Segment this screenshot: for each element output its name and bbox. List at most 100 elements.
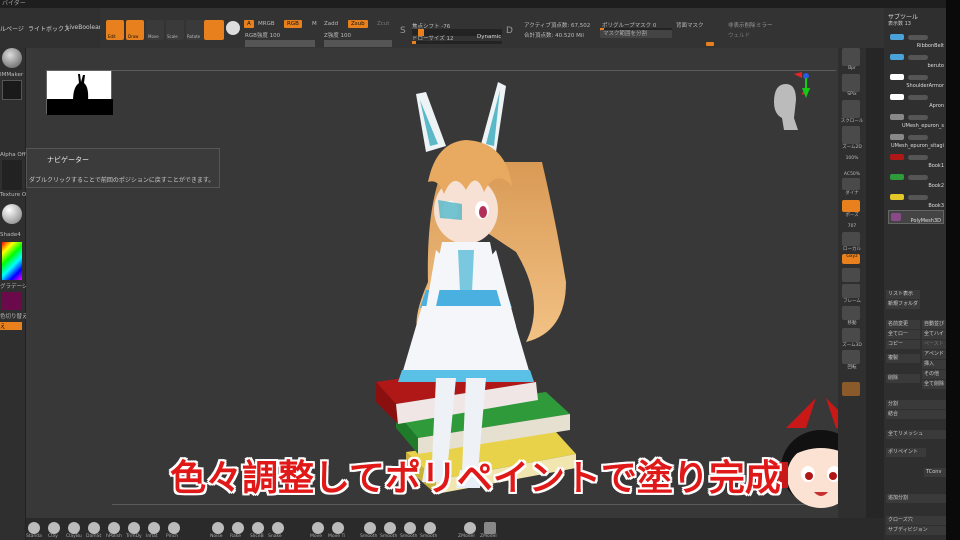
visibility-toggle[interactable] bbox=[908, 55, 928, 60]
zoom2d-button[interactable] bbox=[842, 126, 860, 144]
brush-smooth4-icon[interactable] bbox=[424, 522, 436, 534]
spix-button[interactable] bbox=[842, 74, 860, 92]
edit-button[interactable]: Edit bbox=[106, 20, 124, 40]
auto-reorder-button[interactable]: 自動並び bbox=[922, 320, 946, 329]
visibility-toggle[interactable] bbox=[908, 115, 928, 120]
axis-gizmo-icon[interactable] bbox=[792, 72, 812, 102]
material-sphere-icon[interactable] bbox=[2, 204, 22, 224]
split-button[interactable]: 分割 bbox=[886, 400, 946, 409]
brush-inflate-icon[interactable] bbox=[148, 522, 160, 534]
subtool-item[interactable]: Book2 bbox=[884, 172, 946, 190]
mrgb-toggle[interactable]: MRGB bbox=[258, 21, 275, 27]
visibility-toggle[interactable] bbox=[908, 95, 928, 100]
draw-button[interactable]: Draw bbox=[126, 20, 144, 40]
delete-other-button[interactable]: その他 bbox=[922, 370, 946, 379]
subtool-item-selected[interactable]: PolyMesh3D bbox=[888, 210, 944, 224]
alt-toggle[interactable]: え bbox=[0, 322, 22, 330]
subtool-item[interactable]: UMesh_epuron_s bbox=[884, 112, 946, 130]
zcut-toggle[interactable]: Zcut bbox=[377, 21, 389, 27]
insert-button[interactable]: 挿入 bbox=[922, 360, 946, 369]
remesh-all-button[interactable]: 全てリメッシュ bbox=[886, 430, 946, 439]
scroll-button[interactable] bbox=[842, 100, 860, 118]
pose-button[interactable] bbox=[842, 200, 860, 212]
panel-scrollbar[interactable] bbox=[866, 48, 884, 518]
floor-label[interactable]: 707 bbox=[838, 224, 866, 229]
switch-color-button[interactable]: 色切り替え bbox=[0, 312, 28, 320]
weld-button[interactable]: ウェルド bbox=[728, 31, 750, 39]
zsub-toggle[interactable]: Zsub bbox=[348, 20, 368, 28]
menu-item-liveboolean[interactable]: LiveBoolean bbox=[66, 24, 103, 31]
character-model[interactable] bbox=[366, 82, 626, 502]
visibility-toggle[interactable] bbox=[908, 75, 928, 80]
brush-trimdynamic-icon[interactable] bbox=[128, 522, 140, 534]
merge-button[interactable]: 結合 bbox=[886, 410, 946, 419]
brush-damstandard-icon[interactable] bbox=[88, 522, 100, 534]
subtool-item[interactable]: RibbonBelt bbox=[884, 32, 946, 50]
brush-sphere-icon[interactable] bbox=[226, 21, 240, 35]
material-icon[interactable] bbox=[204, 20, 224, 40]
subtool-item[interactable]: Book1 bbox=[884, 152, 946, 170]
rename-button[interactable]: 名前変更 bbox=[886, 320, 920, 329]
rgb-toggle[interactable]: RGB bbox=[284, 20, 302, 28]
subtool-item[interactable]: UMesh_epuron_sitagi bbox=[884, 132, 946, 150]
menu-item-lightbox[interactable]: ライトボックス bbox=[28, 24, 70, 33]
gyro-button[interactable] bbox=[842, 268, 860, 282]
draw-size-slider[interactable] bbox=[412, 41, 502, 44]
brush-sliceb-icon[interactable] bbox=[252, 522, 264, 534]
brush-clay-icon[interactable] bbox=[48, 522, 60, 534]
brush-pinch-icon[interactable] bbox=[168, 522, 180, 534]
copy-button[interactable]: コピー bbox=[886, 340, 920, 349]
brush-hpolish-icon[interactable] bbox=[108, 522, 120, 534]
close-holes-button[interactable]: クローズ穴 bbox=[886, 516, 946, 525]
brush-zmodel2-icon[interactable] bbox=[484, 522, 496, 534]
brush-preview-icon[interactable] bbox=[2, 48, 22, 68]
brush-smooth-icon[interactable] bbox=[364, 522, 376, 534]
brush-smooth3-icon[interactable] bbox=[404, 522, 416, 534]
visibility-toggle[interactable] bbox=[908, 155, 928, 160]
mask-split-button[interactable]: マスク範囲を分割 bbox=[600, 30, 672, 38]
color-picker[interactable] bbox=[2, 242, 22, 280]
paste-button[interactable]: ペースト bbox=[922, 340, 946, 349]
z-intensity-slider[interactable] bbox=[324, 40, 392, 47]
brush-snake-icon[interactable] bbox=[272, 522, 284, 534]
zoom3d-button[interactable] bbox=[842, 328, 860, 342]
frame-button[interactable] bbox=[842, 284, 860, 298]
brush-smooth2-icon[interactable] bbox=[384, 522, 396, 534]
scale-button[interactable]: Scale bbox=[166, 20, 184, 40]
move-button[interactable]: Move bbox=[146, 20, 164, 40]
polypaint-button[interactable]: ポリペイント bbox=[886, 448, 926, 457]
new-folder-button[interactable]: 新規フォルダ bbox=[886, 300, 920, 309]
visibility-toggle[interactable] bbox=[908, 35, 928, 40]
brush-standard-icon[interactable] bbox=[28, 522, 40, 534]
brush-movetopo-icon[interactable] bbox=[332, 522, 344, 534]
menu-item-page[interactable]: ルページ bbox=[0, 24, 24, 33]
move-view-button[interactable] bbox=[842, 306, 860, 320]
stroke-icon[interactable] bbox=[2, 80, 22, 100]
tconv-button[interactable]: TConv bbox=[924, 468, 946, 477]
rgb-intensity-slider[interactable] bbox=[245, 40, 315, 47]
duplicate-button[interactable]: 複製 bbox=[886, 354, 920, 363]
add-subdiv-button[interactable]: 追加分割 bbox=[886, 494, 946, 503]
secondary-color-swatch[interactable] bbox=[2, 292, 22, 310]
rotate-button[interactable]: Rotate bbox=[186, 20, 204, 40]
subtool-item[interactable]: Apron bbox=[884, 92, 946, 110]
actual-size-label[interactable]: 100% bbox=[838, 156, 866, 161]
dynamic-persp-button[interactable] bbox=[842, 178, 860, 190]
all-low-button[interactable]: 全てロー bbox=[886, 330, 920, 339]
alpha-slot[interactable] bbox=[2, 160, 22, 190]
all-high-button[interactable]: 全てハイ bbox=[922, 330, 946, 339]
subtool-item[interactable]: ShoulderArmor bbox=[884, 72, 946, 90]
navigator-thumbnail[interactable] bbox=[46, 70, 113, 115]
brush-rake-icon[interactable] bbox=[232, 522, 244, 534]
delete-button[interactable]: 削除 bbox=[886, 374, 920, 383]
local-button[interactable] bbox=[842, 232, 860, 246]
polyframe-button[interactable] bbox=[842, 382, 860, 396]
append-button[interactable]: アペンド bbox=[922, 350, 946, 359]
subtool-item[interactable]: Book3 bbox=[884, 192, 946, 210]
subtool-item[interactable]: beruto bbox=[884, 52, 946, 70]
delete-all-button[interactable]: 全て削除 bbox=[922, 380, 946, 389]
visibility-toggle[interactable] bbox=[908, 195, 928, 200]
mirror-button[interactable]: ミラー bbox=[756, 21, 773, 29]
list-all-button[interactable]: リスト表示 bbox=[886, 290, 920, 299]
brush-zmodel-icon[interactable] bbox=[464, 522, 476, 534]
